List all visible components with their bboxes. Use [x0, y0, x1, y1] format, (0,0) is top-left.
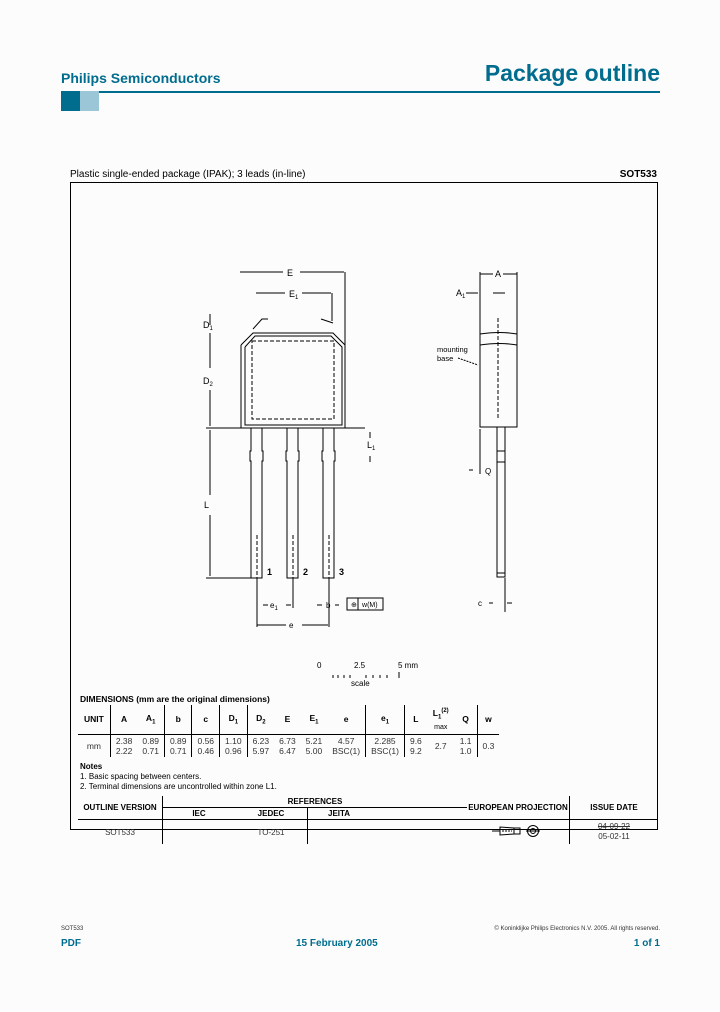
- cell-A1: 0.89 0.71: [137, 734, 165, 757]
- cell-c: 0.56 0.46: [191, 734, 221, 757]
- col-e: e: [327, 705, 367, 735]
- cell-b: 0.89 0.71: [164, 734, 193, 757]
- col-L: L: [404, 705, 427, 735]
- projection-symbol: [467, 820, 570, 845]
- side-view: [457, 272, 518, 612]
- notes: Notes 1. Basic spacing between centers. …: [80, 762, 277, 792]
- footer-page: 1 of 1: [633, 938, 660, 949]
- issue-date-old: 04-09-22: [597, 822, 631, 831]
- col-A: A: [110, 705, 138, 735]
- col-unit: UNIT: [78, 705, 111, 735]
- scale-tick-0: 0: [317, 661, 322, 670]
- unit-cell: mm: [78, 734, 111, 757]
- label-E: E: [287, 268, 293, 278]
- col-D2: D2: [247, 705, 275, 735]
- cell-e1: 2.285 BSC(1): [365, 734, 405, 757]
- dimensions-row-mm: mm 2.38 2.22 0.89 0.71 0.89 0.71 0.56 0.46 1…: [78, 734, 499, 757]
- label-c: c: [478, 599, 482, 608]
- cell-Q: 1.1 1.0: [454, 734, 478, 757]
- notes-title: Notes: [80, 762, 103, 771]
- col-e1: e1: [365, 705, 405, 735]
- label-A: A: [495, 269, 501, 279]
- iec-value: [163, 820, 236, 845]
- footer-copyright: © Koninklijke Philips Electronics N.V. 2…: [494, 926, 660, 932]
- tolerance-symbol: ⊕: [351, 602, 357, 609]
- heatsink-outline: [251, 340, 335, 420]
- col-w: w: [477, 705, 500, 735]
- jeita-header: JEITA: [307, 807, 467, 820]
- footer-format: PDF: [61, 938, 81, 949]
- european-projection-header: EUROPEAN PROJECTION: [467, 796, 570, 820]
- col-D1: D1: [219, 705, 248, 735]
- jeita-value: [308, 820, 468, 845]
- col-Q: Q: [454, 705, 478, 735]
- footer-doc-code: SOT533: [61, 926, 84, 932]
- mounting-base-label-2: base: [437, 354, 453, 363]
- scale-tick-5: 5 mm: [398, 661, 418, 670]
- col-L1: L1(2) max: [426, 705, 455, 735]
- cell-D2: 6.23 5.97: [252, 735, 270, 756]
- col-E: E: [274, 705, 301, 735]
- cell-E: 6.73 6.47: [279, 735, 296, 756]
- cell-A: 2.38 2.22: [115, 735, 133, 756]
- label-e1: e1: [270, 601, 278, 612]
- label-b: b: [326, 601, 331, 610]
- lead-2: [285, 428, 300, 579]
- tolerance-value: w(M): [361, 602, 378, 609]
- label-L: L: [204, 500, 209, 510]
- package-drawing: E E1 D1 D2 L L1 1 2 3 e1 e b ⊕ w(M) A A1…: [203, 268, 518, 688]
- issue-date-current: 05-02-11: [598, 832, 630, 841]
- front-view: [206, 271, 384, 627]
- cell-L1: 2.7: [434, 740, 447, 751]
- lead-1: [249, 428, 264, 579]
- label-A1: A1: [456, 288, 466, 300]
- footer-date: 15 February 2005: [296, 938, 378, 949]
- mounting-base-label-1: mounting: [437, 345, 468, 354]
- references-table: OUTLINE VERSION REFERENCES EUROPEAN PROJ…: [78, 796, 658, 844]
- references-header: REFERENCES: [162, 796, 467, 808]
- outline-version-value: SOT533: [78, 819, 163, 844]
- dimensions-header-row: UNIT A A1 b c D1 D2 E E1 e e1 L L1(2) max…: [78, 705, 500, 735]
- col-b: b: [164, 705, 193, 735]
- side-lead: [496, 426, 506, 578]
- cell-w: 0.3: [482, 740, 495, 751]
- pin-2-label: 2: [303, 567, 308, 577]
- label-D2: D2: [203, 376, 214, 388]
- note-1: 1. Basic spacing between centers.: [80, 772, 202, 781]
- cell-D1: 1.10 0.96: [219, 734, 248, 757]
- label-D1: D1: [203, 320, 214, 332]
- dimensions-table: UNIT A A1 b c D1 D2 E E1 e e1 L L1(2) max…: [78, 705, 500, 757]
- col-E1: E1: [300, 705, 328, 735]
- pin-3-label: 3: [339, 567, 344, 577]
- body-outline: [240, 332, 346, 429]
- dimensions-title: DIMENSIONS (mm are the original dimensio…: [80, 694, 270, 704]
- scale-bar: [332, 672, 400, 678]
- pin-1-label: 1: [267, 567, 272, 577]
- jedec-value: TO-251: [235, 819, 308, 844]
- note-2: 2. Terminal dimensions are uncontrolled …: [80, 782, 277, 791]
- cell-L: 9.6 9.2: [409, 735, 422, 756]
- label-Q: Q: [485, 467, 491, 476]
- label-L1: L1: [367, 440, 376, 452]
- outline-version-header: OUTLINE VERSION: [78, 796, 163, 820]
- scale-label: scale: [351, 679, 370, 688]
- cell-E1: 5.21 5.00: [305, 735, 323, 756]
- jedec-header: JEDEC: [235, 807, 308, 820]
- col-A1: A1: [137, 705, 165, 735]
- col-c: c: [191, 705, 221, 735]
- iec-header: IEC: [162, 807, 235, 820]
- label-e: e: [289, 621, 294, 630]
- label-E1: E1: [289, 289, 299, 301]
- lead-3: [321, 428, 336, 579]
- scale-tick-2-5: 2.5: [354, 661, 366, 670]
- european-projection-icon: [492, 825, 540, 837]
- issue-date-value: 04-09-22 05-02-11: [569, 819, 658, 844]
- cell-e: 4.57 BSC(1): [327, 734, 367, 757]
- issue-date-header: ISSUE DATE: [569, 796, 658, 820]
